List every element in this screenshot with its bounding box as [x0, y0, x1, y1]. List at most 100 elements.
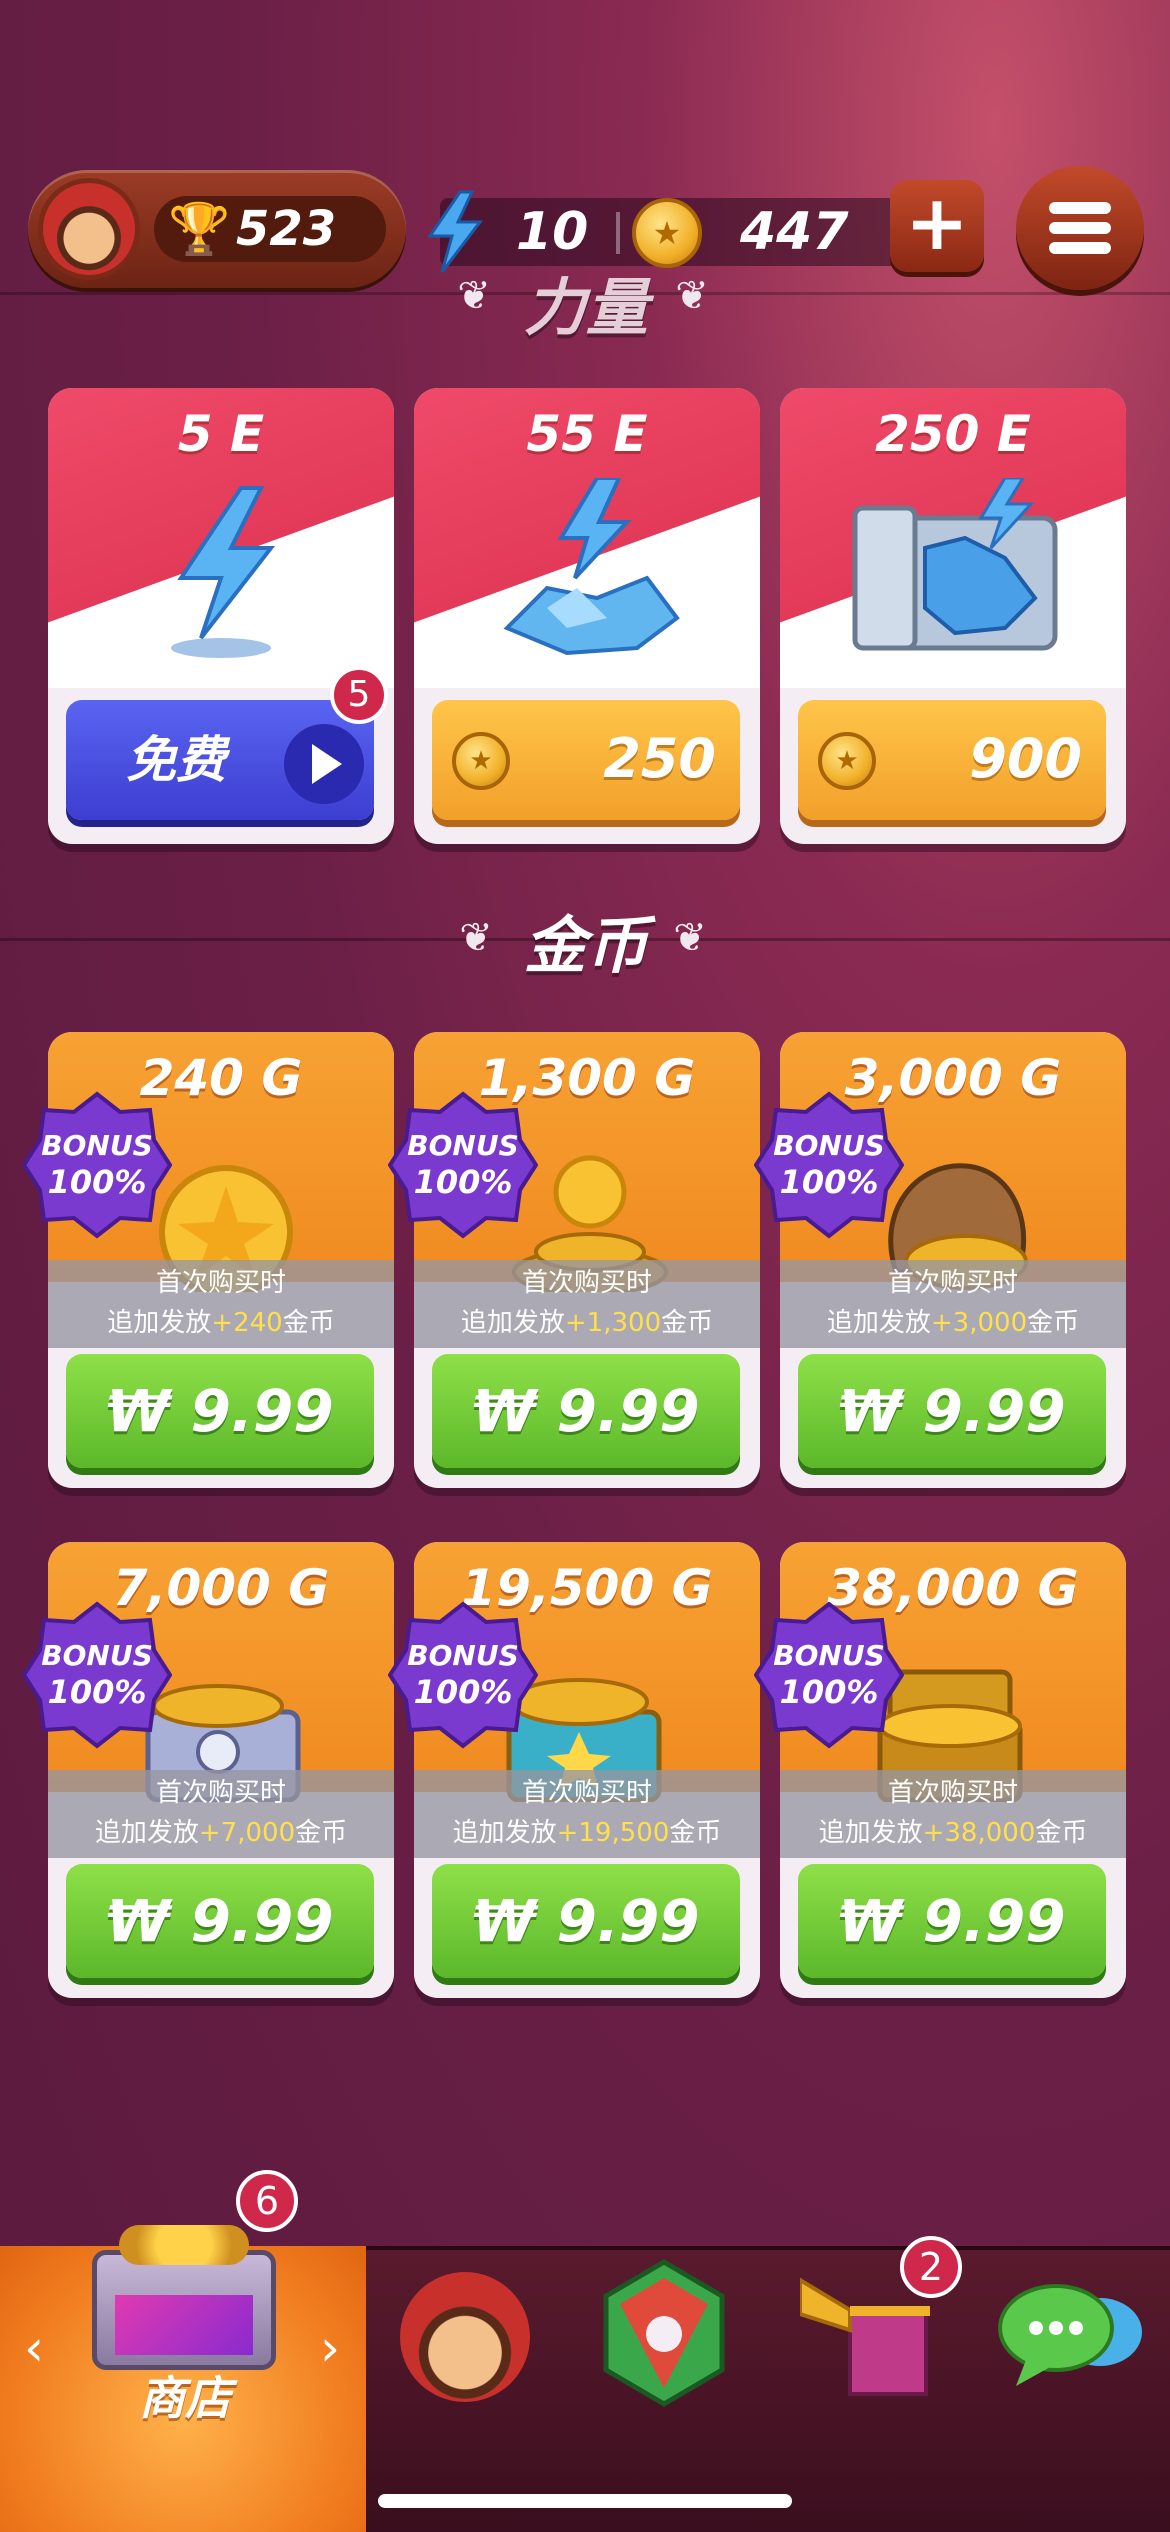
shop-badge: 6	[236, 2170, 298, 2232]
chat-icon[interactable]	[996, 2280, 1146, 2390]
first-purchase-banner: 首次购买时 追加发放+7,000金币	[48, 1770, 394, 1858]
player-avatar[interactable]	[38, 178, 140, 280]
energy-card-3[interactable]: 250 E ★ 900	[780, 388, 1126, 844]
first-purchase-banner: 首次购买时 追加发放+1,300金币	[414, 1260, 760, 1348]
gold-price: ₩ 9.99	[838, 1377, 1066, 1445]
buy-energy-button[interactable]: ★ 900	[798, 700, 1106, 820]
bonus-prefix: 追加发放	[460, 1308, 565, 1338]
free-energy-button[interactable]: 免费	[66, 700, 374, 820]
nav-tab-character[interactable]	[400, 2272, 530, 2402]
gold-price: ₩ 9.99	[106, 1377, 334, 1445]
bonus-label: BONUS	[407, 1129, 519, 1162]
first-purchase-bonus: 追加发放+1,300金币	[414, 1304, 760, 1342]
energy-card-2[interactable]: 55 E ★ 250	[414, 388, 760, 844]
bonus-percent: 100%	[779, 1673, 879, 1711]
bonus-extra: +7,000	[198, 1818, 296, 1848]
home-indicator[interactable]	[378, 2494, 792, 2508]
bonus-label: BONUS	[41, 1639, 153, 1672]
nav-label-shop: 商店	[139, 2371, 231, 2425]
gold-price: ₩ 9.99	[472, 1887, 700, 1955]
chevron-left-icon[interactable]: ‹	[14, 2318, 54, 2378]
bonus-suffix: 金币	[1027, 1308, 1080, 1338]
energy-amount: 5 E	[177, 405, 265, 463]
buy-gold-button[interactable]: ₩ 9.99	[66, 1864, 374, 1978]
bonus-percent: 100%	[47, 1163, 147, 1201]
bonus-badge: BONUS 100%	[754, 1600, 904, 1750]
bonus-badge: BONUS 100%	[22, 1090, 172, 1240]
bonus-suffix: 金币	[295, 1818, 348, 1848]
bonus-extra: +19,500	[556, 1818, 670, 1848]
bonus-suffix: 金币	[669, 1818, 722, 1848]
coin-icon: ★	[818, 732, 876, 790]
buy-energy-button[interactable]: ★ 250	[432, 700, 740, 820]
coin-icon: ★	[452, 732, 510, 790]
buy-gold-button[interactable]: ₩ 9.99	[798, 1864, 1106, 1978]
bonus-percent: 100%	[413, 1673, 513, 1711]
first-purchase-line: 首次购买时	[887, 1268, 1018, 1298]
menu-icon	[1049, 242, 1111, 254]
section-title-gold: 金币	[523, 909, 648, 982]
first-purchase-line: 首次购买时	[155, 1268, 286, 1298]
add-currency-button[interactable]: +	[890, 180, 984, 272]
energy-card-1[interactable]: 5 E 免费	[48, 388, 394, 844]
bonus-percent: 100%	[413, 1163, 513, 1201]
bonus-percent: 100%	[779, 1163, 879, 1201]
bonus-label: BONUS	[407, 1639, 519, 1672]
gold-price: ₩ 9.99	[106, 1887, 334, 1955]
first-purchase-bonus: 追加发放+19,500金币	[414, 1814, 760, 1852]
energy-count: 10	[516, 202, 589, 262]
bonus-extra: +240	[211, 1308, 283, 1338]
first-purchase-line: 首次购买时	[521, 1268, 652, 1298]
bonus-prefix: 追加发放	[826, 1308, 931, 1338]
buy-gold-button[interactable]: ₩ 9.99	[66, 1354, 374, 1468]
free-count-badge: 5	[330, 666, 388, 724]
bonus-prefix: 追加发放	[107, 1308, 212, 1338]
resource-separator	[616, 212, 620, 254]
bonus-extra: +38,000	[922, 1818, 1036, 1848]
trophy-icon: 🏆	[168, 200, 231, 258]
bonus-label: BONUS	[773, 1129, 885, 1162]
bonus-extra: +3,000	[930, 1308, 1028, 1338]
bonus-badge: BONUS 100%	[388, 1600, 538, 1750]
first-purchase-bonus: 追加发放+7,000金币	[48, 1814, 394, 1852]
menu-button[interactable]	[1016, 166, 1144, 290]
bonus-prefix: 追加发放	[94, 1818, 199, 1848]
coin-icon: ★	[632, 198, 702, 268]
bonus-percent: 100%	[47, 1673, 147, 1711]
bonus-badge: BONUS 100%	[754, 1090, 904, 1240]
buy-gold-button[interactable]: ₩ 9.99	[798, 1354, 1106, 1468]
first-purchase-banner: 首次购买时 追加发放+3,000金币	[780, 1260, 1126, 1348]
bonus-suffix: 金币	[282, 1308, 335, 1338]
bonus-badge: BONUS 100%	[22, 1600, 172, 1750]
gold-price: ₩ 9.99	[472, 1377, 700, 1445]
menu-icon	[1049, 202, 1111, 214]
bonus-suffix: 金币	[1035, 1818, 1088, 1848]
energy-amount: 55 E	[526, 405, 648, 463]
first-purchase-banner: 首次购买时 追加发放+240金币	[48, 1260, 394, 1348]
first-purchase-bonus: 追加发放+38,000金币	[780, 1814, 1126, 1852]
bonus-prefix: 追加发放	[452, 1818, 557, 1848]
section-title-energy: 力量	[523, 271, 648, 344]
first-purchase-line: 首次购买时	[155, 1778, 286, 1808]
bonus-badge: BONUS 100%	[388, 1090, 538, 1240]
first-purchase-banner: 首次购买时 追加发放+38,000金币	[780, 1770, 1126, 1858]
first-purchase-line: 首次购买时	[887, 1778, 1018, 1808]
buy-gold-button[interactable]: ₩ 9.99	[432, 1354, 740, 1468]
first-purchase-banner: 首次购买时 追加发放+19,500金币	[414, 1770, 760, 1858]
wing-icon: ❦	[673, 915, 707, 961]
gem-icon[interactable]	[598, 2258, 730, 2408]
trophy-count: 523	[236, 201, 337, 257]
chest-front	[115, 2295, 253, 2355]
buy-gold-button[interactable]: ₩ 9.99	[432, 1864, 740, 1978]
bonus-suffix: 金币	[661, 1308, 714, 1338]
energy-price: 900	[969, 727, 1082, 790]
first-purchase-line: 首次购买时	[521, 1778, 652, 1808]
play-icon	[312, 744, 342, 784]
bonus-label: BONUS	[773, 1639, 885, 1672]
gold-price: ₩ 9.99	[838, 1887, 1066, 1955]
bonus-label: BONUS	[41, 1129, 153, 1162]
chevron-right-icon[interactable]: ›	[310, 2318, 350, 2378]
menu-icon	[1049, 222, 1111, 234]
events-badge: 2	[900, 2236, 962, 2298]
energy-price: 250	[603, 727, 716, 790]
